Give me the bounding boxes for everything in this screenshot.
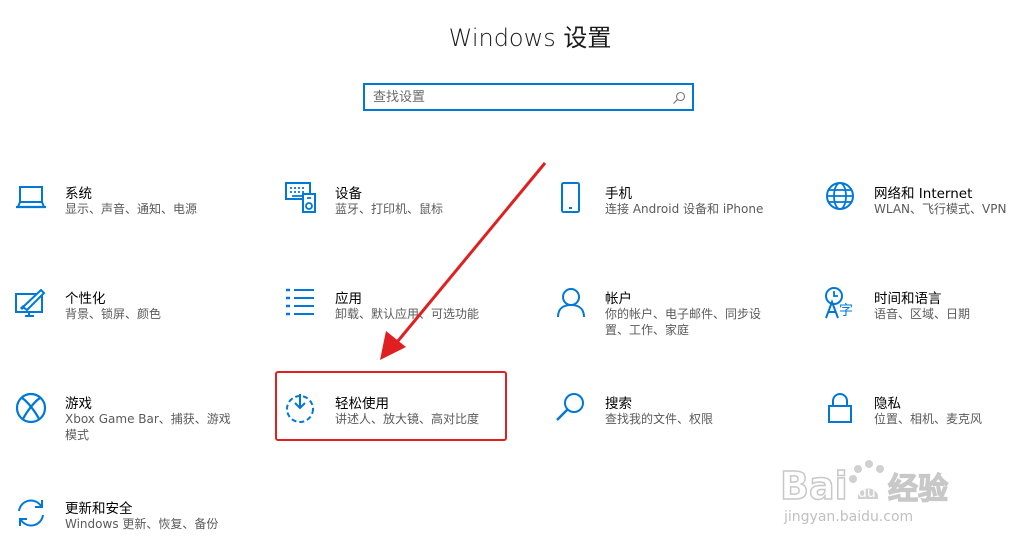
phone-icon [561,182,580,213]
tile-name: 网络和 Internet [874,186,973,202]
tile-name: 系统 [65,186,92,202]
tile-desc: 蓝牙、打印机、鼠标 [335,202,444,216]
svg-text:经验: 经验 [888,472,948,507]
lock-icon [828,393,852,423]
tile-desc: Windows 更新、恢复、备份 [65,517,219,531]
sync-icon [18,499,44,527]
tile-name: 帐户 [605,291,632,307]
tile-name: 个性化 [65,291,106,307]
devices-icon [285,182,316,213]
page-title: Windows 设置 [448,24,612,52]
tile-name: 更新和安全 [65,501,133,517]
tile-desc: 连接 Android 设备和 iPhone [605,202,764,216]
tile-desc-line: 模式 [65,428,90,442]
tile-desc: 背景、锁屏、颜色 [65,307,162,321]
tile-desc: 语音、区域、日期 [874,307,971,321]
laptop-icon [16,186,46,209]
tile-desc: 卸载、默认应用、可选功能 [335,307,480,321]
annotation-highlight-box [275,371,507,441]
tile-desc: WLAN、飞行模式、VPN [874,202,1007,216]
tile-desc: 位置、相机、麦克风 [874,412,983,426]
svg-text:Bai: Bai [780,464,848,508]
tile-name: 隐私 [874,396,901,412]
tile-desc-line: 置、工作、家庭 [605,323,690,337]
tile-desc: 查找我的文件、权限 [605,412,714,426]
personalization-icon [15,288,46,317]
tile-name: 搜索 [605,396,632,412]
tile-name: 时间和语言 [874,291,942,307]
tile-name: 应用 [335,291,362,307]
baidu-jingyan-watermark: Bai du 经验 jingyan.baidu.com [779,460,949,525]
search-icon [673,91,686,104]
tile-name: 设备 [335,186,362,202]
person-icon [557,288,585,318]
search-input[interactable] [373,88,663,106]
tile-name: 手机 [605,186,632,202]
svg-text:字: 字 [839,303,853,319]
tile-desc: 你的帐户、电子邮件、同步设 置、工作、家庭 [605,306,761,338]
xbox-icon [15,392,47,424]
search-box[interactable] [363,83,694,111]
time-language-icon: 字 [825,287,853,319]
apps-list-icon [286,288,314,316]
tile-desc: Xbox Game Bar、捕获、游戏 模式 [65,411,231,443]
globe-icon [826,182,854,210]
magnifier-icon [556,393,584,421]
tile-desc-line: 你的帐户、电子邮件、同步设 [605,307,762,321]
svg-text:du: du [858,485,876,501]
tile-desc-line: Xbox Game Bar、捕获、游戏 [65,412,231,426]
tile-name: 游戏 [65,396,92,412]
watermark-url: jingyan.baidu.com [783,509,913,525]
tile-desc: 显示、声音、通知、电源 [65,202,198,216]
